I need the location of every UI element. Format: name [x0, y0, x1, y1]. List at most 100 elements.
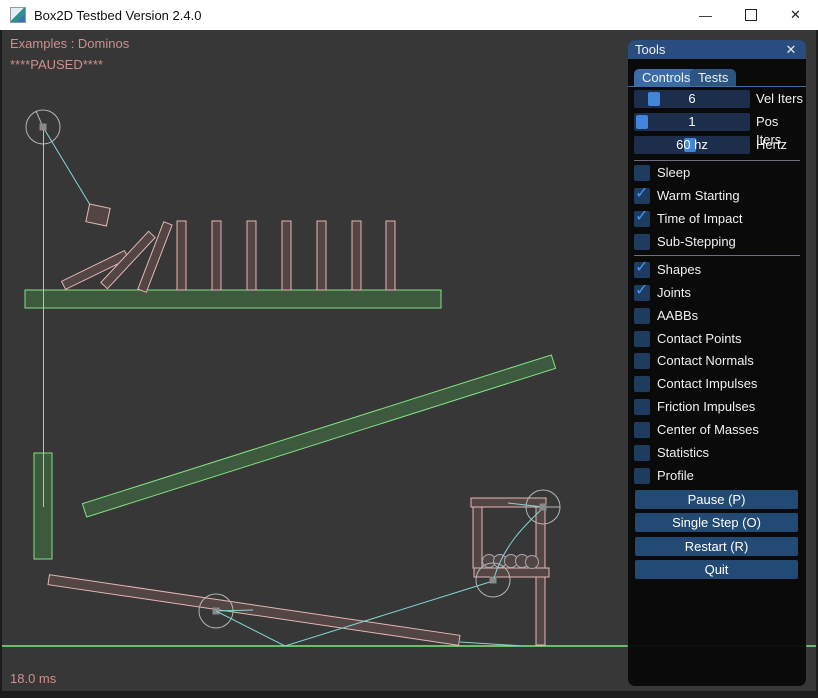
checkbox-label: Center of Masses — [657, 422, 759, 438]
window-title: Box2D Testbed Version 2.4.0 — [34, 8, 201, 23]
checkbox-joints[interactable]: ✓ Joints — [634, 285, 804, 301]
window-titlebar[interactable]: Box2D Testbed Version 2.4.0 — ✕ — [0, 0, 818, 30]
checkbox[interactable] — [634, 445, 650, 461]
maximize-icon — [745, 9, 757, 21]
pendulum-square[interactable] — [86, 204, 110, 226]
checkbox-label: Statistics — [657, 445, 709, 461]
checkbox-profile[interactable]: Profile — [634, 468, 804, 484]
checkbox-label: Time of Impact — [657, 211, 742, 227]
checkbox[interactable] — [634, 331, 650, 347]
checkbox-label: Joints — [657, 285, 691, 301]
standing-domino[interactable] — [317, 221, 326, 290]
standing-domino[interactable] — [247, 221, 256, 290]
slider-label: Pos Iters — [756, 113, 804, 131]
check-icon: ✓ — [635, 186, 651, 202]
checkbox-center-of-masses[interactable]: Center of Masses — [634, 422, 804, 438]
standing-domino[interactable] — [212, 221, 221, 290]
frame-left-post[interactable] — [473, 507, 482, 568]
checkbox[interactable]: ✓ — [634, 188, 650, 204]
body-center-marker — [540, 504, 547, 511]
checkbox-label: Friction Impulses — [657, 399, 755, 415]
standing-domino[interactable] — [352, 221, 361, 290]
check-icon: ✓ — [635, 260, 651, 276]
checkbox[interactable] — [634, 308, 650, 324]
checkbox-label: Contact Impulses — [657, 376, 757, 392]
tab-controls[interactable]: Controls — [634, 69, 698, 86]
checkbox[interactable] — [634, 376, 650, 392]
pause-button[interactable]: Pause (P) — [635, 490, 798, 509]
minimize-button[interactable]: — — [683, 0, 728, 30]
checkbox-friction-impulses[interactable]: Friction Impulses — [634, 399, 804, 415]
checkbox-contact-impulses[interactable]: Contact Impulses — [634, 376, 804, 392]
checkbox[interactable] — [634, 353, 650, 369]
slider-value: 1 — [634, 113, 750, 131]
checkbox-sub-stepping[interactable]: Sub-Stepping — [634, 234, 804, 250]
hertz-slider[interactable]: 60 hz Hertz — [634, 136, 804, 154]
frame-time: 18.0 ms — [10, 671, 56, 686]
check-icon: ✓ — [635, 283, 651, 299]
tab-underline — [628, 86, 806, 87]
checkbox-label: Warm Starting — [657, 188, 740, 204]
single-step-button[interactable]: Single Step (O) — [635, 513, 798, 532]
checkbox-sleep[interactable]: Sleep — [634, 165, 804, 181]
checkbox-statistics[interactable]: Statistics — [634, 445, 804, 461]
checkbox-time-of-impact[interactable]: ✓ Time of Impact — [634, 211, 804, 227]
quit-button[interactable]: Quit — [635, 560, 798, 579]
box2d-testbed-window: Box2D Testbed Version 2.4.0 — ✕ — [0, 0, 818, 698]
checkbox-contact-points[interactable]: Contact Points — [634, 331, 804, 347]
pos-iters-slider[interactable]: 1 Pos Iters — [634, 113, 804, 131]
checkbox[interactable] — [634, 422, 650, 438]
slider-label: Vel Iters — [756, 90, 803, 108]
close-icon: ✕ — [790, 7, 801, 23]
checkbox-warm-starting[interactable]: ✓ Warm Starting — [634, 188, 804, 204]
ball[interactable] — [526, 556, 539, 569]
checkbox[interactable] — [634, 468, 650, 484]
checkbox-shapes[interactable]: ✓ Shapes — [634, 262, 804, 278]
slider-track[interactable]: 60 hz — [634, 136, 750, 154]
seesaw-plank[interactable] — [48, 575, 460, 646]
checkbox[interactable]: ✓ — [634, 262, 650, 278]
fallen-domino[interactable] — [138, 222, 172, 292]
body-center-marker — [490, 577, 497, 584]
slider-track[interactable]: 1 — [634, 113, 750, 131]
example-title: Examples : Dominos — [10, 36, 129, 51]
body-center-marker — [40, 124, 47, 131]
slider-label: Hertz — [756, 136, 787, 154]
checkbox-label: Contact Points — [657, 331, 742, 347]
domino-platform — [25, 290, 441, 308]
vel-iters-slider[interactable]: 6 Vel Iters — [634, 90, 804, 108]
app-icon — [10, 7, 26, 23]
checkbox-aabbs[interactable]: AABBs — [634, 308, 804, 324]
angled-plank — [82, 355, 555, 517]
paused-banner: ****PAUSED**** — [10, 57, 103, 72]
window-bottom-border — [0, 691, 818, 698]
checkbox-label: Sleep — [657, 165, 690, 181]
frame-shelf[interactable] — [474, 568, 549, 577]
standing-domino[interactable] — [386, 221, 395, 290]
check-icon: ✓ — [635, 209, 651, 225]
restart-button[interactable]: Restart (R) — [635, 537, 798, 556]
minimize-icon: — — [699, 8, 712, 23]
tab-tests[interactable]: Tests — [690, 69, 736, 86]
checkbox[interactable]: ✓ — [634, 285, 650, 301]
checkbox-contact-normals[interactable]: Contact Normals — [634, 353, 804, 369]
tools-tabbar: Controls Tests — [628, 69, 806, 86]
checkbox[interactable]: ✓ — [634, 211, 650, 227]
checkbox[interactable] — [634, 399, 650, 415]
slider-value: 6 — [634, 90, 750, 108]
checkbox[interactable] — [634, 165, 650, 181]
checkbox[interactable] — [634, 234, 650, 250]
close-button[interactable]: ✕ — [773, 0, 818, 30]
checkbox-label: Shapes — [657, 262, 701, 278]
checkbox-label: Profile — [657, 468, 694, 484]
tools-panel: Tools ✕ Controls Tests 6 Vel Iters 1 Pos… — [628, 40, 806, 686]
separator — [634, 160, 800, 161]
slider-value: 60 hz — [634, 136, 750, 154]
maximize-button[interactable] — [728, 0, 773, 30]
standing-domino[interactable] — [282, 221, 291, 290]
tools-close-icon[interactable]: ✕ — [783, 42, 799, 58]
tools-titlebar[interactable]: Tools ✕ — [628, 40, 806, 59]
tools-title: Tools — [635, 42, 783, 57]
standing-domino[interactable] — [177, 221, 186, 290]
slider-track[interactable]: 6 — [634, 90, 750, 108]
